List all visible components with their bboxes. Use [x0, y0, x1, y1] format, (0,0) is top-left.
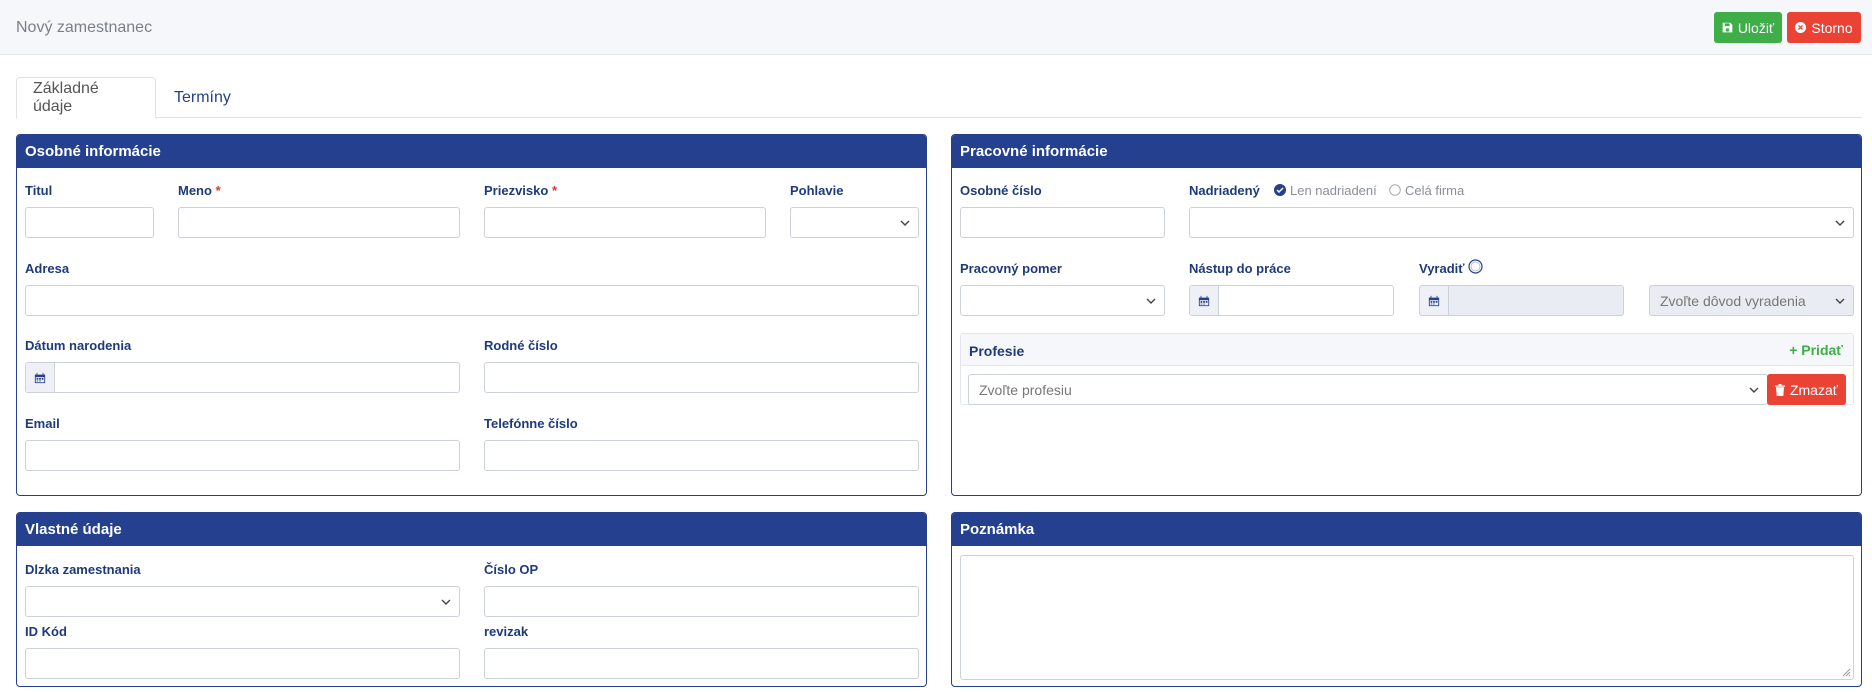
cislo-op-input[interactable]	[484, 586, 919, 617]
panel-title: Poznámka	[952, 513, 1861, 546]
pohlavie-label: Pohlavie	[790, 183, 844, 198]
calendar-addon	[26, 363, 55, 392]
nadriadeny-select[interactable]	[1189, 207, 1854, 238]
osobne-cislo-label: Osobné číslo	[960, 183, 1042, 198]
tab-terms[interactable]: Termíny	[158, 77, 247, 118]
calendar-icon	[34, 372, 46, 383]
radio-cela-label: Celá firma	[1405, 183, 1465, 198]
close-circle-icon	[1795, 22, 1807, 33]
adresa-input[interactable]	[25, 285, 919, 316]
profesia-select[interactable]: Zvoľte profesiu	[968, 374, 1768, 405]
priezvisko-label: Priezvisko *	[484, 183, 558, 198]
telefon-label: Telefónne číslo	[484, 416, 578, 431]
work-info-panel: Pracovné informácie Osobné číslo Nadriad…	[951, 134, 1862, 496]
telefon-input[interactable]	[484, 440, 919, 471]
cancel-label: Storno	[1811, 19, 1853, 36]
note-textarea[interactable]	[960, 555, 1854, 680]
calendar-icon	[1428, 295, 1440, 306]
chevron-down-icon	[441, 599, 451, 605]
vyradit-date-input[interactable]	[1419, 285, 1624, 316]
datum-input[interactable]	[25, 362, 460, 393]
floppy-icon	[1722, 22, 1733, 33]
panel-title: Vlastné údaje	[17, 513, 926, 546]
revizak-input[interactable]	[484, 648, 919, 679]
save-button[interactable]: Uložiť	[1714, 12, 1782, 43]
radio-checked-icon[interactable]	[1274, 184, 1286, 196]
titul-input[interactable]	[25, 207, 154, 238]
save-label: Uložiť	[1737, 19, 1775, 36]
priezvisko-input[interactable]	[484, 207, 766, 238]
cancel-button[interactable]: Storno	[1787, 12, 1861, 43]
nadriadeny-label: Nadriadený	[1189, 183, 1260, 198]
profesia-placeholder: Zvoľte profesiu	[979, 381, 1072, 398]
id-kod-input[interactable]	[25, 648, 460, 679]
profesie-header: Profesie + Pridať	[961, 334, 1853, 366]
note-panel: Poznámka	[951, 512, 1862, 687]
radio-unchecked-icon[interactable]	[1389, 184, 1401, 196]
datum-label: Dátum narodenia	[25, 338, 132, 353]
plus-icon: +	[1789, 342, 1798, 358]
calendar-icon	[1198, 295, 1210, 306]
osobne-cislo-input[interactable]	[960, 207, 1165, 238]
toggle-switch-icon[interactable]	[1468, 259, 1483, 274]
chevron-down-icon	[1835, 220, 1845, 226]
tab-bar: Základné údaje Termíny	[16, 77, 1862, 119]
dovod-placeholder: Zvoľte dôvod vyradenia	[1660, 292, 1806, 309]
pomer-select[interactable]	[960, 285, 1165, 316]
delete-profession-button[interactable]: Zmazať	[1767, 374, 1846, 405]
panel-title: Pracovné informácie	[952, 135, 1861, 168]
adresa-label: Adresa	[25, 261, 70, 276]
calendar-addon	[1420, 286, 1449, 315]
page-title: Nový zamestnanec	[16, 19, 153, 36]
pohlavie-select[interactable]	[790, 207, 919, 238]
rodne-input[interactable]	[484, 362, 919, 393]
chevron-down-icon	[900, 220, 910, 226]
chevron-down-icon	[1835, 298, 1845, 304]
custom-data-panel: Vlastné údaje Dlzka zamestnania Číslo OP…	[16, 512, 927, 687]
resize-handle-icon[interactable]	[1842, 668, 1851, 677]
add-profession-button[interactable]: + Pridať	[1789, 342, 1843, 358]
titul-label: Titul	[25, 183, 53, 198]
personal-info-panel: Osobné informácie Titul Meno * Priezvisk…	[16, 134, 927, 496]
profesie-title: Profesie	[969, 343, 1025, 359]
meno-label: Meno *	[178, 183, 221, 198]
dlzka-label: Dlzka zamestnania	[25, 562, 141, 577]
meno-input[interactable]	[178, 207, 460, 238]
rodne-label: Rodné číslo	[484, 338, 558, 353]
email-input[interactable]	[25, 440, 460, 471]
profesie-panel: Profesie + Pridať Zvoľte profesiu Zmazať	[960, 333, 1854, 405]
cislo-op-label: Číslo OP	[484, 562, 539, 577]
pomer-label: Pracovný pomer	[960, 261, 1062, 276]
chevron-down-icon	[1146, 298, 1156, 304]
revizak-label: revizak	[484, 624, 529, 639]
nastup-label: Nástup do práce	[1189, 261, 1291, 276]
vyradit-label: Vyradiť	[1419, 261, 1465, 276]
chevron-down-icon	[1749, 387, 1759, 393]
add-label: Pridať	[1801, 342, 1843, 358]
id-kod-label: ID Kód	[25, 624, 67, 639]
tab-basic-info[interactable]: Základné údaje	[16, 77, 156, 119]
dlzka-select[interactable]	[25, 586, 460, 617]
panel-title: Osobné informácie	[17, 135, 926, 168]
email-label: Email	[25, 416, 60, 431]
delete-label: Zmazať	[1789, 381, 1839, 398]
dovod-select[interactable]: Zvoľte dôvod vyradenia	[1649, 285, 1854, 316]
calendar-addon	[1190, 286, 1219, 315]
nastup-input[interactable]	[1189, 285, 1394, 316]
trash-icon	[1774, 383, 1785, 396]
top-bar: Nový zamestnanec Uložiť Storno	[0, 0, 1872, 55]
radio-len-label: Len nadriadení	[1290, 183, 1377, 198]
